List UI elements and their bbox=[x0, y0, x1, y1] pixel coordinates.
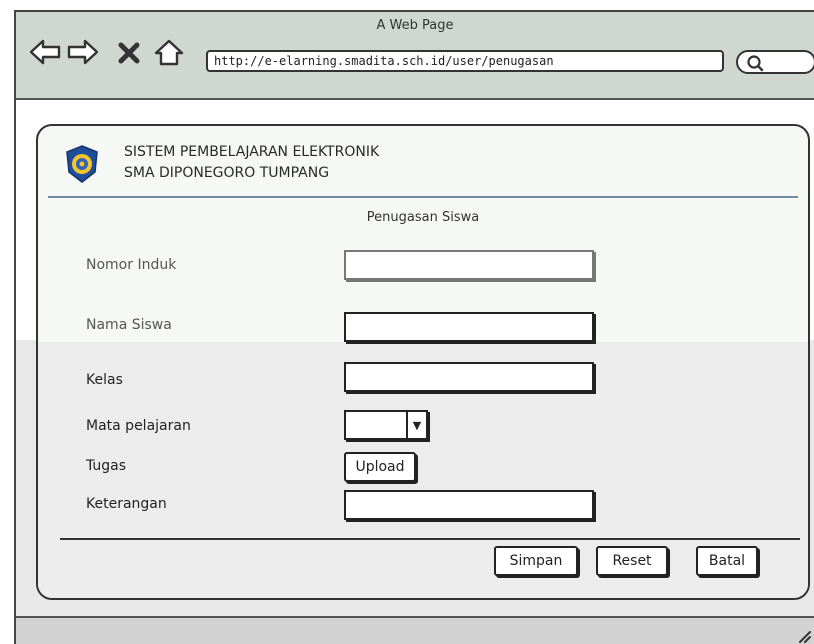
browser-window: A Web Page http://e-elarning.smadita.sch… bbox=[14, 10, 814, 644]
school-title: SMA DIPONEGORO TUMPANG bbox=[124, 165, 330, 181]
window-title: A Web Page bbox=[376, 18, 454, 33]
kelas-field[interactable] bbox=[344, 362, 594, 392]
home-icon[interactable] bbox=[152, 38, 186, 66]
status-bar bbox=[16, 616, 814, 644]
nama-siswa-label: Nama Siswa bbox=[86, 317, 172, 333]
system-title: SISTEM PEMBELAJARAN ELEKTRONIK bbox=[124, 144, 380, 160]
school-logo bbox=[66, 145, 98, 183]
dropdown-arrow-icon[interactable]: ▼ bbox=[406, 412, 426, 438]
keterangan-label: Keterangan bbox=[86, 496, 167, 512]
search-box[interactable] bbox=[736, 50, 814, 74]
back-icon[interactable] bbox=[28, 38, 62, 66]
batal-button[interactable]: Batal bbox=[696, 546, 758, 576]
search-icon bbox=[747, 55, 764, 72]
simpan-button[interactable]: Simpan bbox=[494, 546, 578, 576]
kelas-label: Kelas bbox=[86, 372, 123, 388]
tugas-label: Tugas bbox=[86, 458, 127, 474]
keterangan-field[interactable] bbox=[344, 490, 594, 520]
form-panel: SISTEM PEMBELAJARAN ELEKTRONIK SMA DIPON… bbox=[36, 124, 810, 600]
footer-divider bbox=[60, 538, 800, 540]
mata-pelajaran-label: Mata pelajaran bbox=[86, 418, 191, 434]
address-bar[interactable]: http://e-elarning.smadita.sch.id/user/pe… bbox=[206, 50, 724, 72]
form-title: Penugasan Siswa bbox=[366, 210, 480, 225]
header-divider bbox=[48, 196, 798, 198]
browser-toolbar: A Web Page http://e-elarning.smadita.sch… bbox=[16, 12, 814, 100]
upload-button[interactable]: Upload bbox=[344, 452, 416, 482]
nomor-induk-label: Nomor Induk bbox=[86, 257, 177, 273]
page-content: SISTEM PEMBELAJARAN ELEKTRONIK SMA DIPON… bbox=[16, 102, 814, 616]
forward-icon[interactable] bbox=[66, 38, 100, 66]
reset-button[interactable]: Reset bbox=[596, 546, 668, 576]
mata-pelajaran-select[interactable]: ▼ bbox=[344, 410, 428, 440]
school-name: SISTEM PEMBELAJARAN ELEKTRONIK SMA DIPON… bbox=[124, 142, 379, 184]
stop-icon[interactable] bbox=[116, 38, 142, 66]
resize-grip-icon[interactable] bbox=[794, 626, 812, 644]
nomor-induk-field[interactable] bbox=[344, 250, 594, 280]
nama-siswa-field[interactable] bbox=[344, 312, 594, 342]
